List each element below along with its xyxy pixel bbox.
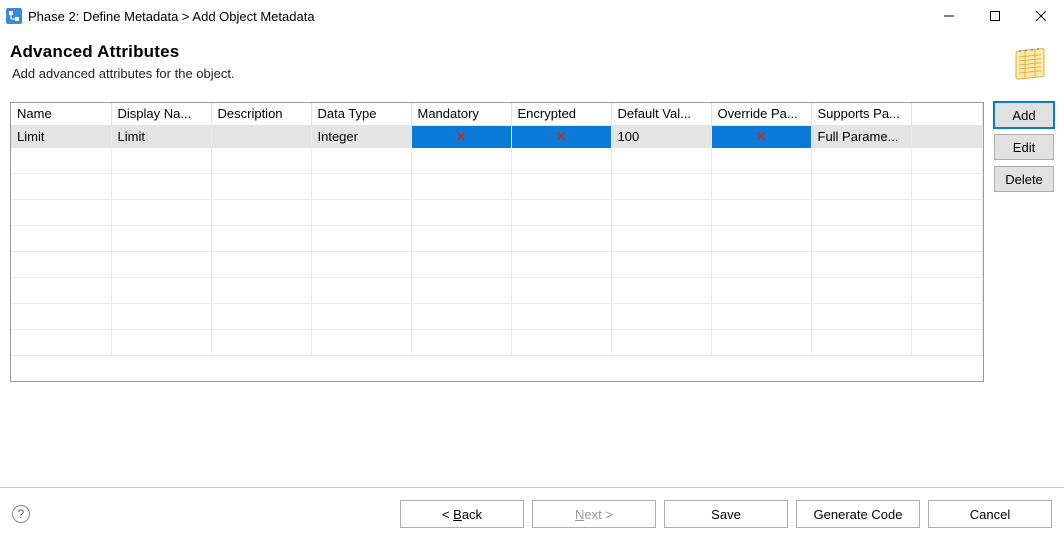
cancel-button[interactable]: Cancel	[928, 500, 1052, 528]
close-button[interactable]	[1018, 0, 1064, 32]
page-title: Advanced Attributes	[10, 42, 1000, 62]
col-display-name[interactable]: Display Na...	[111, 103, 211, 125]
titlebar: Phase 2: Define Metadata > Add Object Me…	[0, 0, 1064, 32]
col-spacer	[911, 103, 983, 125]
x-icon: ✕	[556, 129, 567, 144]
window-title: Phase 2: Define Metadata > Add Object Me…	[28, 9, 315, 24]
minimize-button[interactable]	[926, 0, 972, 32]
x-icon: ✕	[756, 129, 767, 144]
content-area: Name Display Na... Description Data Type…	[0, 92, 1064, 487]
cell-data-type: Integer	[311, 125, 411, 148]
col-name[interactable]: Name	[11, 103, 111, 125]
next-button: Next >	[532, 500, 656, 528]
empty-row	[11, 252, 983, 278]
page-subtitle: Add advanced attributes for the object.	[10, 66, 1000, 81]
col-encrypted[interactable]: Encrypted	[511, 103, 611, 125]
col-data-type[interactable]: Data Type	[311, 103, 411, 125]
cell-mandatory: ✕	[411, 125, 511, 148]
edit-button[interactable]: Edit	[994, 134, 1054, 160]
cell-override-parent: ✕	[711, 125, 811, 148]
help-icon[interactable]: ?	[12, 505, 30, 523]
generate-code-button[interactable]: Generate Code	[796, 500, 920, 528]
empty-row	[11, 174, 983, 200]
empty-row	[11, 226, 983, 252]
window-controls	[926, 0, 1064, 32]
empty-row	[11, 278, 983, 304]
cell-spacer	[911, 125, 983, 148]
wizard-footer: ? < Back Next > Save Generate Code Cance…	[0, 487, 1064, 540]
back-button[interactable]: < Back	[400, 500, 524, 528]
empty-row	[11, 330, 983, 356]
table-header-row: Name Display Na... Description Data Type…	[11, 103, 983, 125]
col-supports-parent[interactable]: Supports Pa...	[811, 103, 911, 125]
side-button-panel: Add Edit Delete	[994, 102, 1054, 477]
cell-supports-parent: Full Parame...	[811, 125, 911, 148]
app-icon	[6, 8, 22, 24]
table-row[interactable]: Limit Limit Integer ✕ ✕ 100 ✕ Full Param…	[11, 125, 983, 148]
empty-row	[11, 200, 983, 226]
col-override-parent[interactable]: Override Pa...	[711, 103, 811, 125]
cell-display-name: Limit	[111, 125, 211, 148]
add-button[interactable]: Add	[994, 102, 1054, 128]
attributes-table[interactable]: Name Display Na... Description Data Type…	[11, 103, 983, 356]
save-button[interactable]: Save	[664, 500, 788, 528]
header-notebook-icon	[1010, 42, 1050, 82]
attributes-table-container: Name Display Na... Description Data Type…	[10, 102, 984, 382]
cell-default-value: 100	[611, 125, 711, 148]
page-header: Advanced Attributes Add advanced attribu…	[0, 32, 1064, 92]
x-icon: ✕	[456, 129, 467, 144]
delete-button[interactable]: Delete	[994, 166, 1054, 192]
cell-encrypted: ✕	[511, 125, 611, 148]
empty-row	[11, 304, 983, 330]
col-default-value[interactable]: Default Val...	[611, 103, 711, 125]
cell-description	[211, 125, 311, 148]
empty-row	[11, 148, 983, 174]
col-mandatory[interactable]: Mandatory	[411, 103, 511, 125]
cell-name: Limit	[11, 125, 111, 148]
col-description[interactable]: Description	[211, 103, 311, 125]
maximize-button[interactable]	[972, 0, 1018, 32]
